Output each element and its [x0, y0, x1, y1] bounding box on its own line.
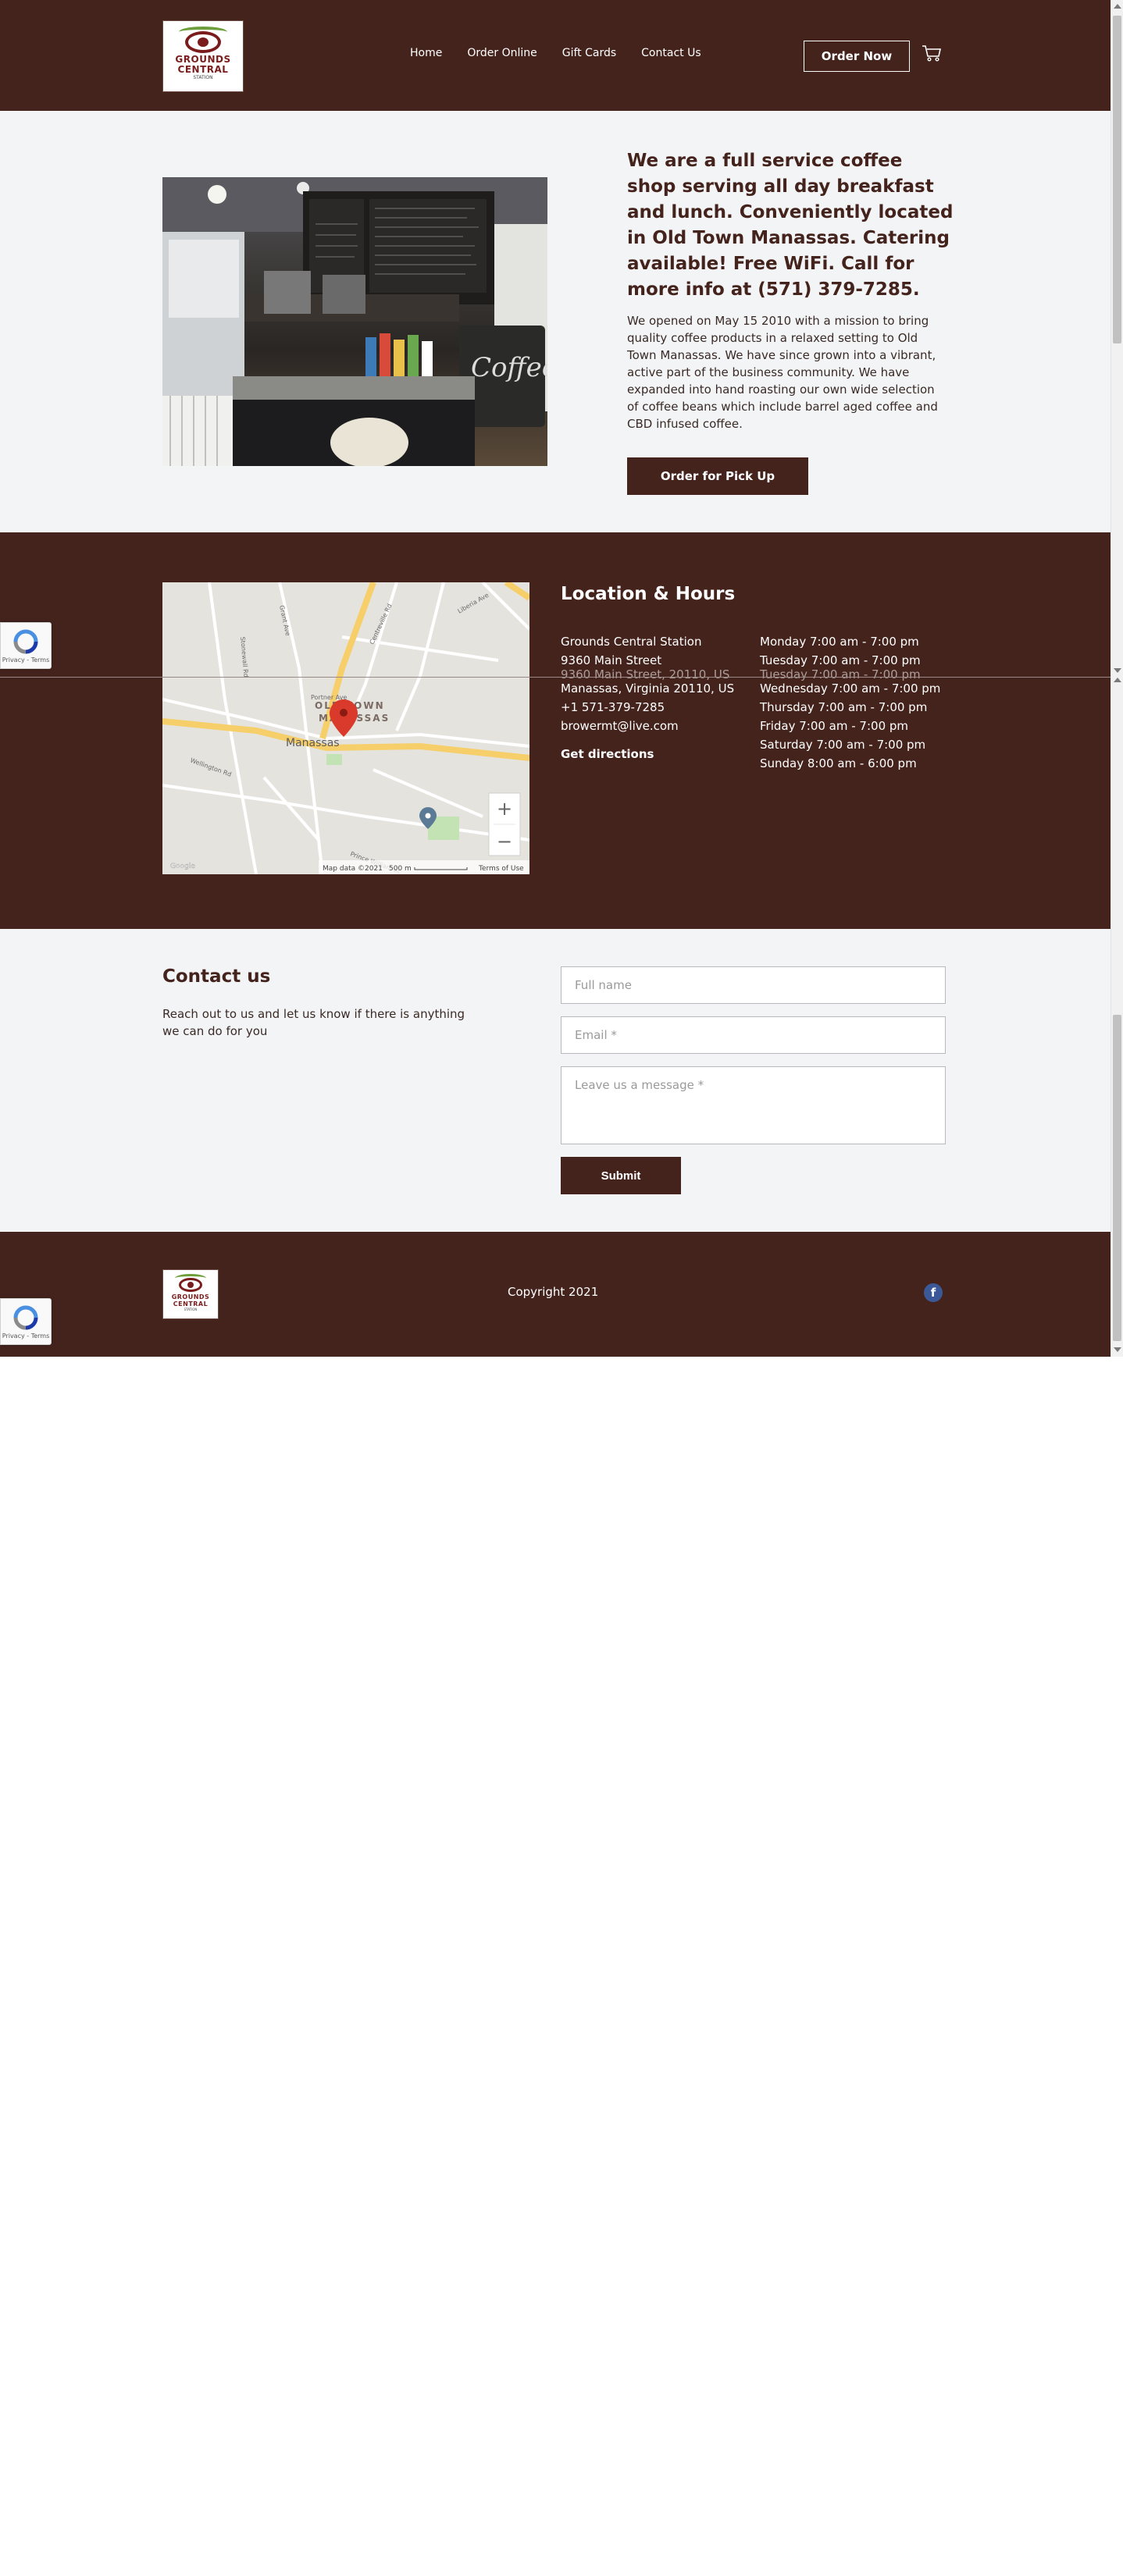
page-scrollbar[interactable]	[1111, 0, 1123, 1357]
nav-gift-cards[interactable]: Gift Cards	[562, 47, 616, 59]
order-pickup-button[interactable]: Order for Pick Up	[627, 457, 808, 495]
map-terms-link[interactable]: Terms of Use	[478, 865, 524, 873]
logo-text-station: STATION	[184, 1307, 198, 1311]
email-input[interactable]	[561, 1016, 946, 1054]
hours-sunday: Sunday 8:00 am - 6:00 pm	[760, 756, 917, 770]
contact-description: Reach out to us and let us know if there…	[162, 1007, 465, 1038]
shopping-cart-icon[interactable]	[922, 44, 942, 62]
location-map[interactable]: OLD TOWN MANASSAS Manassas Portner Ave W…	[162, 582, 529, 874]
recaptcha-links[interactable]: Privacy - Terms	[2, 656, 50, 664]
message-textarea[interactable]	[561, 1066, 946, 1144]
nav-home[interactable]: Home	[410, 47, 442, 59]
recaptcha-icon	[13, 629, 38, 653]
coffee-cup-icon	[175, 1273, 206, 1292]
scrollbar-thumb[interactable]	[1113, 1015, 1121, 1341]
hours-thursday: Thursday 7:00 am - 7:00 pm	[760, 700, 928, 714]
map-google-logo: Google	[170, 863, 195, 870]
copyright-text: Copyright 2021	[508, 1285, 599, 1299]
phone-number[interactable]: +1 571-379-7285	[561, 698, 748, 717]
recaptcha-badge[interactable]: Privacy - Terms	[0, 622, 52, 669]
recaptcha-links[interactable]: Privacy - Terms	[2, 1332, 50, 1340]
menu-board-text: Coffee	[471, 352, 547, 383]
main-nav: Home Order Online Gift Cards Contact Us	[410, 47, 701, 59]
scroll-down-arrow-icon[interactable]	[1114, 668, 1121, 673]
get-directions-link[interactable]: Get directions	[561, 745, 748, 763]
logo-text-grounds: GROUNDS	[171, 1293, 210, 1300]
hours-friday: Friday 7:00 am - 7:00 pm	[760, 719, 909, 733]
hours-block: Monday 7:00 am - 7:00 pm Tuesday 7:00 am…	[760, 632, 955, 773]
site-footer: GROUNDS CENTRAL STATION Copyright 2021 f	[0, 1232, 1111, 1357]
map-city-label: Manassas	[286, 737, 340, 749]
nav-contact-us[interactable]: Contact Us	[641, 47, 701, 59]
hours-monday: Monday 7:00 am - 7:00 pm	[760, 635, 919, 649]
recaptcha-badge[interactable]: Privacy - Terms	[0, 1298, 52, 1345]
about-section: Coffee We are a full ser	[0, 111, 1111, 532]
about-title: We are a full service coffee shop servin…	[627, 151, 954, 300]
logo-text-central: CENTRAL	[177, 64, 229, 75]
email-address[interactable]: browermt@live.com	[561, 717, 748, 735]
page: GROUNDS CENTRAL STATION Home Order Onlin…	[0, 0, 1111, 1357]
scrollbar-thumb[interactable]	[1113, 16, 1121, 343]
map-scale-label: 500 m	[389, 865, 412, 873]
map-attribution: Map data ©2021	[323, 865, 383, 873]
nav-order-online[interactable]: Order Online	[467, 47, 537, 59]
about-description: We opened on May 15 2010 with a mission …	[627, 314, 938, 431]
business-name: Grounds Central Station	[561, 635, 702, 649]
contact-title: Contact us	[162, 966, 271, 987]
facebook-icon[interactable]: f	[924, 1283, 943, 1302]
frame-seam-divider	[0, 677, 1111, 678]
site-header: GROUNDS CENTRAL STATION Home Order Onlin…	[0, 0, 1111, 111]
logo-text-central: CENTRAL	[173, 1300, 209, 1308]
logo-text-station: STATION	[193, 75, 213, 80]
header-logo[interactable]: GROUNDS CENTRAL STATION	[162, 20, 244, 92]
location-section: OLD TOWN MANASSAS Manassas Portner Ave W…	[0, 532, 1111, 929]
scroll-up-arrow-icon[interactable]	[1114, 678, 1121, 682]
coffee-cup-icon	[179, 27, 227, 53]
footer-logo[interactable]: GROUNDS CENTRAL STATION	[162, 1269, 219, 1319]
hours-tuesday-overlap: Tuesday 7:00 am - 7:00 pm	[760, 667, 921, 681]
hours-saturday: Saturday 7:00 am - 7:00 pm	[760, 738, 926, 752]
street-address-full: 9360 Main Street, 20110, US	[561, 667, 730, 681]
map-zoom-out-button[interactable]: −	[497, 831, 512, 852]
order-now-button[interactable]: Order Now	[804, 41, 910, 72]
scroll-up-arrow-icon[interactable]	[1114, 4, 1121, 9]
scroll-down-arrow-icon[interactable]	[1114, 1347, 1121, 1352]
submit-button[interactable]: Submit	[561, 1157, 681, 1194]
recaptcha-icon	[13, 1305, 38, 1329]
location-title: Location & Hours	[561, 584, 736, 604]
full-name-input[interactable]	[561, 966, 946, 1004]
contact-section: Contact us Reach out to us and let us kn…	[0, 929, 1111, 1232]
cafe-interior-photo: Coffee	[162, 177, 547, 466]
address-block: Grounds Central Station 9360 Main Street…	[561, 632, 748, 763]
map-zoom-in-button[interactable]: +	[497, 798, 512, 820]
